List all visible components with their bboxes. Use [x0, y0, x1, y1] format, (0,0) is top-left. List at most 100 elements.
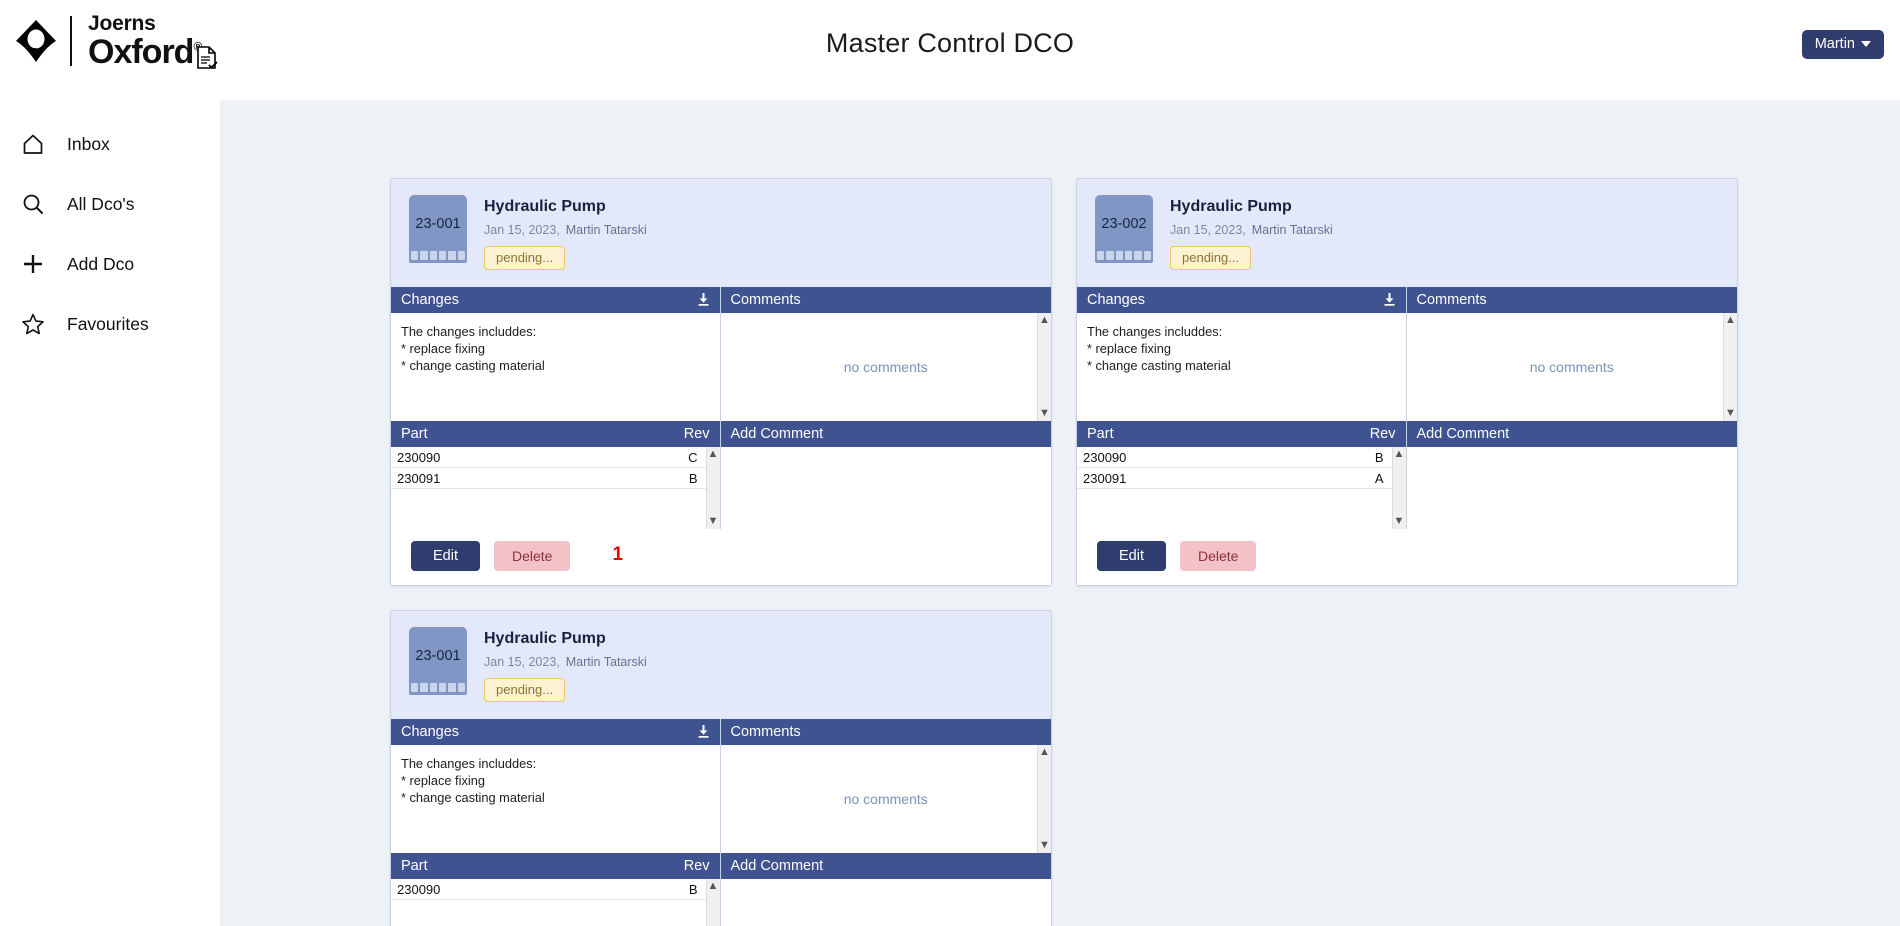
sidebar-item-label: Favourites — [67, 313, 149, 334]
parts-table-body: 230090 B ▲ ▼ — [391, 879, 720, 926]
dco-thumbnail: 23-002 — [1095, 195, 1153, 263]
add-comment-label: Add Comment — [1416, 426, 1510, 442]
add-comment-area[interactable] — [720, 879, 1051, 926]
dco-number: 23-001 — [415, 215, 461, 232]
dco-title: Hydraulic Pump — [484, 630, 606, 647]
part-rev: A — [1374, 470, 1384, 486]
part-rev: C — [688, 449, 698, 465]
thumbnail-filmstrip — [1097, 251, 1151, 260]
thumbnail-filmstrip — [411, 683, 465, 692]
scroll-up-icon[interactable]: ▲ — [1039, 747, 1050, 758]
chevron-down-icon — [1861, 41, 1871, 47]
download-icon[interactable] — [697, 725, 710, 739]
changes-column: Changes The changes includdes: * replace … — [391, 719, 721, 926]
scroll-up-icon[interactable]: ▲ — [1725, 315, 1736, 326]
comments-list: no comments ▲ ▼ — [1406, 313, 1737, 421]
table-row[interactable]: 230091 A — [1077, 468, 1392, 489]
edit-button[interactable]: Edit — [411, 541, 480, 571]
sidebar-item-favourites[interactable]: Favourites — [0, 294, 220, 354]
user-menu-label: Martin — [1814, 36, 1855, 52]
dco-meta: Jan 15, 2023, Martin Tatarski — [1170, 223, 1333, 237]
scroll-down-icon[interactable]: ▼ — [1039, 408, 1050, 419]
user-menu-button[interactable]: Martin — [1801, 30, 1884, 59]
table-row[interactable]: 230091 B — [391, 468, 706, 489]
sidebar-item-inbox[interactable]: Inbox — [0, 114, 220, 174]
scroll-down-icon[interactable]: ▼ — [1394, 516, 1405, 527]
scroll-up-icon[interactable]: ▲ — [1039, 315, 1050, 326]
sidebar-item-add-dco[interactable]: Add Dco — [0, 234, 220, 294]
sidebar-navigation: Inbox All Dco's Add Dco Favourites — [0, 100, 220, 926]
table-row[interactable]: 230090 B — [1077, 447, 1392, 468]
comments-scrollbar[interactable]: ▲ ▼ — [1037, 313, 1051, 421]
comments-scrollbar[interactable]: ▲ ▼ — [1723, 313, 1737, 421]
changes-line: * change casting material — [401, 358, 545, 374]
comments-list: no comments ▲ ▼ — [720, 313, 1051, 421]
no-comments-text: no comments — [843, 791, 928, 807]
rev-column-header: Rev — [683, 858, 710, 874]
download-icon[interactable] — [697, 293, 710, 307]
parts-scrollbar[interactable]: ▲ ▼ — [1391, 447, 1406, 529]
changes-text: The changes includdes: * replace fixing * … — [391, 313, 720, 421]
scroll-down-icon[interactable]: ▼ — [708, 516, 719, 527]
part-rev: B — [688, 470, 698, 486]
sidebar-item-label: All Dco's — [67, 193, 135, 214]
part-number: 230091 — [397, 470, 441, 486]
scroll-up-icon[interactable]: ▲ — [1394, 449, 1405, 460]
dco-author: Martin Tatarski — [565, 655, 647, 669]
parts-table-body: 230090 C 230091 B ▲ ▼ — [391, 447, 720, 529]
plus-icon — [20, 251, 46, 277]
changes-label: Changes — [401, 724, 460, 740]
comments-scrollbar[interactable]: ▲ ▼ — [1037, 745, 1051, 853]
add-comment-header-bar: Add Comment — [720, 421, 1051, 447]
download-icon[interactable] — [1383, 293, 1396, 307]
dco-card[interactable]: 23-001 Hydraulic Pump Jan 15, 2023, Marti… — [390, 178, 1052, 586]
scroll-up-icon[interactable]: ▲ — [708, 881, 719, 892]
part-column-header: Part — [1087, 426, 1114, 442]
page-title: Master Control DCO — [825, 28, 1075, 58]
parts-scrollbar[interactable]: ▲ ▼ — [705, 447, 720, 529]
changes-header-bar: Changes — [1077, 287, 1406, 313]
dco-card-header: 23-002 Hydraulic Pump Jan 15, 2023, Marti… — [1077, 179, 1737, 287]
home-icon — [20, 131, 46, 157]
dco-author: Martin Tatarski — [565, 223, 647, 237]
sidebar-item-all-dcos[interactable]: All Dco's — [0, 174, 220, 234]
scroll-down-icon[interactable]: ▼ — [1725, 408, 1736, 419]
add-comment-area[interactable] — [1406, 447, 1737, 529]
dco-thumbnail: 23-001 — [409, 627, 467, 695]
table-row[interactable]: 230090 B — [391, 879, 706, 900]
comments-column: Comments no comments ▲ ▼ Add Comment — [1406, 287, 1737, 529]
changes-text: The changes includdes: * replace fixing * … — [391, 745, 720, 853]
parts-table-header: Part Rev — [391, 421, 720, 447]
search-icon — [20, 191, 46, 217]
scroll-down-icon[interactable]: ▼ — [1039, 840, 1050, 851]
changes-line: * replace fixing — [401, 341, 485, 357]
dco-card-body: Changes The changes includdes: * replace … — [391, 719, 1051, 926]
changes-line: * change casting material — [1087, 358, 1231, 374]
part-number: 230090 — [1083, 449, 1127, 465]
dco-number: 23-002 — [1101, 215, 1147, 232]
thumbnail-filmstrip — [411, 251, 465, 260]
dco-date: Jan 15, 2023, — [1170, 223, 1246, 237]
changes-line: The changes includdes: — [401, 324, 537, 339]
dco-number: 23-001 — [415, 647, 461, 664]
table-row[interactable]: 230090 C — [391, 447, 706, 468]
part-column-header: Part — [401, 858, 428, 874]
parts-table-header: Part Rev — [1077, 421, 1406, 447]
add-comment-area[interactable] — [720, 447, 1051, 529]
add-comment-label: Add Comment — [730, 426, 824, 442]
changes-line: * replace fixing — [401, 773, 485, 789]
delete-button[interactable]: Delete — [1180, 541, 1257, 571]
edit-button[interactable]: Edit — [1097, 541, 1166, 571]
part-rev: B — [1374, 449, 1384, 465]
dco-card[interactable]: 23-001 Hydraulic Pump Jan 15, 2023, Marti… — [390, 610, 1052, 926]
status-badge: pending... — [484, 246, 566, 270]
scroll-up-icon[interactable]: ▲ — [708, 449, 719, 460]
dco-card[interactable]: 23-002 Hydraulic Pump Jan 15, 2023, Marti… — [1076, 178, 1738, 586]
delete-button[interactable]: Delete — [494, 541, 571, 571]
parts-table-header: Part Rev — [391, 853, 720, 879]
star-icon — [20, 311, 46, 337]
comments-header-bar: Comments — [720, 719, 1051, 745]
changes-column: Changes The changes includdes: * replace … — [391, 287, 721, 529]
parts-scrollbar[interactable]: ▲ ▼ — [705, 879, 720, 926]
changes-text: The changes includdes: * replace fixing * … — [1077, 313, 1406, 421]
